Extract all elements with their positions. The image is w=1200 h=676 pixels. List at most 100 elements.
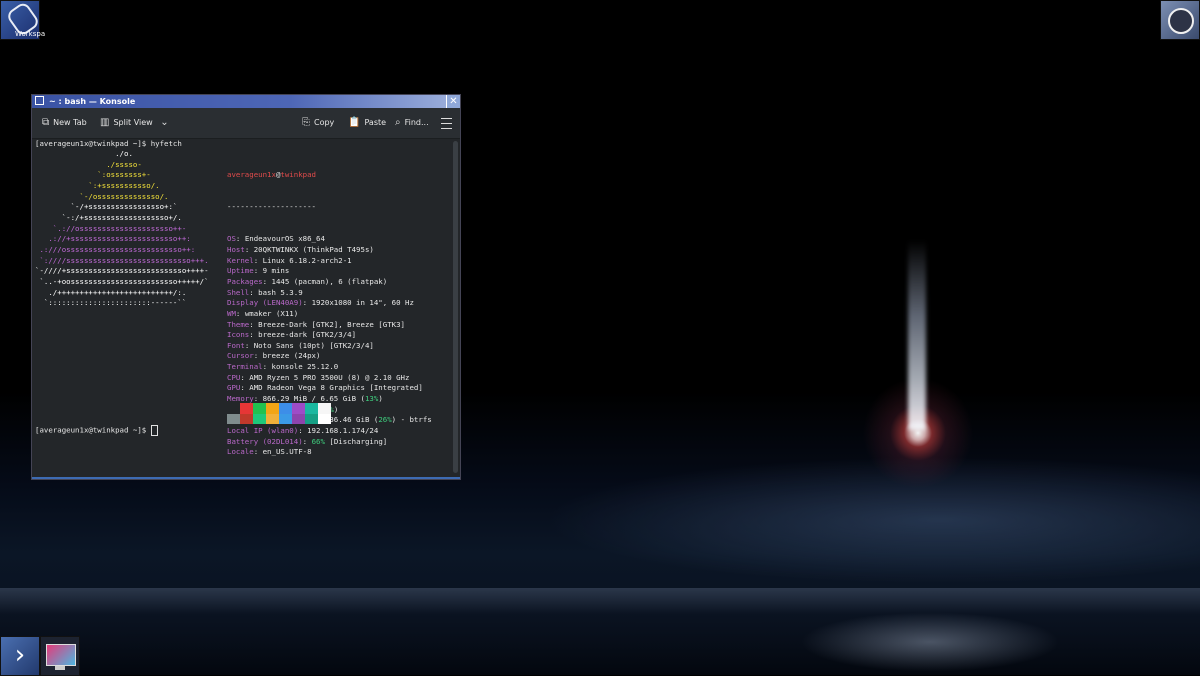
wallpaper-light-beam <box>908 240 926 430</box>
info-key: Icons <box>227 330 250 340</box>
info-value: Breeze-Dark [GTK2], Breeze [GTK3] <box>258 319 405 329</box>
copy-label: Copy <box>314 118 335 127</box>
chevron-down-icon: ⌄ <box>160 117 169 128</box>
info-colon: : <box>244 340 254 350</box>
info-percent: 66% <box>311 436 325 446</box>
logo-line: .://+ssssssssssssssssssssssso++: <box>35 234 191 244</box>
active-prompt: [averageun1x@twinkpad ~]$ <box>35 425 151 435</box>
info-value: 9 mins <box>262 266 290 276</box>
info-row: Shell: bash 5.3.9 <box>227 288 432 299</box>
info-colon: : <box>262 276 272 286</box>
konsole-window: ~ : bash — Konsole ✕ ⧉ New Tab ▥ Split Vie… <box>31 94 461 480</box>
window-bottom-border <box>32 477 460 479</box>
info-tail: ) - btrfs <box>391 415 432 425</box>
terminal-area[interactable]: [averageun1x@twinkpad ~]$ hyfetch ./o. .… <box>32 139 451 475</box>
info-key: Packages <box>227 276 263 286</box>
palette-swatch <box>227 403 240 414</box>
info-colon: : <box>253 255 263 265</box>
info-row: Theme: Breeze-Dark [GTK2], Breeze [GTK3] <box>227 320 432 331</box>
active-prompt-line: [averageun1x@twinkpad ~]$ <box>35 425 158 436</box>
split-view-button[interactable]: ▥ Split View ⌄ <box>100 116 173 130</box>
palette-swatch <box>292 414 305 424</box>
info-row: GPU: AMD Radeon Vega 8 Graphics [Integra… <box>227 383 432 394</box>
window-title: ~ : bash — Konsole <box>49 97 136 106</box>
palette-swatch <box>279 403 292 414</box>
logo-line: `:osssssss+- <box>35 170 151 180</box>
info-percent: 13% <box>364 394 379 404</box>
info-colon: : <box>253 394 263 404</box>
konsole-toolbar: ⧉ New Tab ▥ Split View ⌄ ⎘ Copy 📋 Paste ⌕ Fin… <box>32 108 460 139</box>
palette-swatch <box>305 414 318 424</box>
info-value: 1920x1080 in 14", 60 Hz <box>311 298 414 308</box>
info-colon: : <box>235 234 245 244</box>
new-tab-button[interactable]: ⧉ New Tab <box>42 116 87 130</box>
info-colon: : <box>253 351 263 361</box>
find-label: Find... <box>404 118 429 127</box>
new-tab-icon: ⧉ <box>42 117 50 128</box>
palette-swatch <box>318 414 331 424</box>
logo-line: `..-+oossssssssssssssssssssssso+++++/` <box>35 276 209 286</box>
logo-line: ./o. <box>35 149 133 158</box>
info-row: Host: 20QKTWINKX (ThinkPad T495s) <box>227 245 432 256</box>
logo-line: `:::::::::::::::::::::::------`` <box>35 298 187 308</box>
logo-line: `-////+sssssssssssssssssssssssssso++++- <box>35 266 209 276</box>
info-colon: : <box>240 383 250 393</box>
logo-line: `:+sssssssssso/. <box>35 180 160 190</box>
window-titlebar[interactable]: ~ : bash — Konsole ✕ <box>32 95 460 108</box>
logo-line: `-:/+sssssssssssssssssso+/. <box>35 212 182 222</box>
palette-swatch <box>318 403 331 414</box>
info-row: WM: wmaker (X11) <box>227 309 432 320</box>
palette-swatch <box>253 403 266 414</box>
wallpaper-moon-reflection <box>800 612 1060 672</box>
workspace-label: Workspa <box>15 30 46 38</box>
terminal-launcher-icon[interactable]: › <box>0 636 40 676</box>
copy-icon: ⎘ <box>302 117 310 128</box>
info-key: Terminal <box>227 362 263 372</box>
find-button[interactable]: ⌕ Find... <box>395 116 429 130</box>
palette-swatch <box>305 403 318 414</box>
info-row: Kernel: Linux 6.18.2-arch2-1 <box>227 256 432 267</box>
info-key: Host <box>227 244 245 254</box>
hamburger-menu-icon[interactable] <box>441 118 452 129</box>
paste-button[interactable]: 📋 Paste <box>348 116 386 130</box>
info-key: Shell <box>227 287 250 297</box>
screenshot-app-icon[interactable] <box>40 636 80 676</box>
info-value: breeze (24px) <box>262 351 321 361</box>
info-key: GPU <box>227 383 241 393</box>
info-key: Theme <box>227 319 250 329</box>
logo-line: `-/+sssssssssssssssso+:` <box>35 202 178 212</box>
palette-swatch <box>240 403 253 414</box>
info-key: Kernel <box>227 255 254 265</box>
info-key: Battery (02DL014) <box>227 436 303 446</box>
info-colon: : <box>249 287 259 297</box>
info-separator: -------------------- <box>227 202 316 212</box>
color-palette <box>227 403 332 424</box>
new-tab-label: New Tab <box>53 118 87 127</box>
workspace-clip-icon[interactable]: Workspa <box>0 0 45 40</box>
info-key: Memory <box>227 394 254 404</box>
close-button[interactable]: ✕ <box>446 95 460 108</box>
info-colon: : <box>298 426 308 436</box>
info-value: AMD Ryzen 5 PRO 3500U (8) @ 2.10 GHz <box>249 372 410 382</box>
info-value: 20QKTWINKX (ThinkPad T495s) <box>253 244 374 254</box>
info-tail: [Discharging] <box>324 436 388 446</box>
info-key: Font <box>227 340 245 350</box>
info-key: WM <box>227 308 236 318</box>
info-value: en_US.UTF-8 <box>262 447 312 457</box>
info-row: Icons: breeze-dark [GTK2/3/4] <box>227 330 432 341</box>
info-tail: ) <box>333 404 339 414</box>
info-colon: : <box>249 330 259 340</box>
info-colon: : <box>240 372 250 382</box>
info-value: AMD Radeon Vega 8 Graphics [Integrated] <box>249 383 423 393</box>
distro-logo-ascii: ./o. ./sssso- `:osssssss+- `:+ssssssssss… <box>35 149 209 309</box>
search-icon: ⌕ <box>395 117 401 128</box>
app-dock-icon[interactable] <box>1160 0 1200 40</box>
copy-button[interactable]: ⎘ Copy <box>302 116 334 130</box>
info-row: Packages: 1445 (pacman), 6 (flatpak) <box>227 277 432 288</box>
palette-swatch <box>266 403 279 414</box>
window-menu-icon[interactable] <box>35 96 44 105</box>
info-row: CPU: AMD Ryzen 5 PRO 3500U (8) @ 2.10 GH… <box>227 373 432 384</box>
knob-icon <box>1168 8 1194 34</box>
terminal-scrollbar[interactable] <box>453 141 458 473</box>
info-value: Noto Sans (10pt) [GTK2/3/4] <box>253 340 374 350</box>
